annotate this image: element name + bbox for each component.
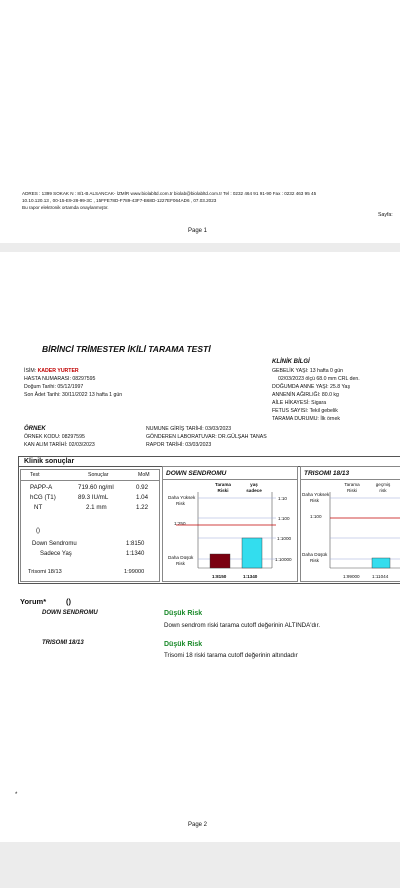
down-chart — [176, 492, 276, 569]
klinik-bilgi-line: FETUS SAYISI: Tekil gebelik — [272, 408, 338, 414]
hasta-numarasi: HASTA NUMARASI: 08297595 — [24, 376, 96, 382]
parens: () — [36, 528, 40, 534]
yorum-title: Yorum* — [20, 597, 47, 606]
yorum-label: TRISOMI 18/13 — [42, 640, 84, 646]
yorum-risk: Düşük Risk — [164, 610, 203, 617]
patient-name-label: İSİM: — [24, 368, 37, 374]
yorum-risk: Düşük Risk — [164, 641, 203, 648]
header-sonuclar: Sonuçlar — [88, 472, 109, 478]
page-number-2: Page 2 — [188, 822, 208, 828]
trisomi-bar-past-risk — [371, 557, 391, 569]
numune-giris: NUMUNE GİRİŞ TARİHİ: 03/03/2023 — [146, 426, 232, 432]
row-test: NT — [34, 504, 43, 511]
ornek-kodu: ÖRNEK KODU: 08297595 — [24, 434, 85, 440]
trisomi-bar1-label: 1:99000 — [343, 574, 360, 579]
address-line-1: ADRES : 1399 SOKAK N : 8/1-B ALSANCAK- İ… — [22, 191, 317, 196]
trisomi-panel-title: TRISOMI 18/13 — [304, 470, 350, 477]
table-divider — [20, 480, 160, 481]
klinik-bilgi-line: TARAMA DURUMU: İlk örnek — [272, 416, 340, 422]
row-test: hCG (T1) — [30, 494, 56, 501]
row-result: 89.3 IU/mL — [78, 494, 109, 501]
address-line-3: Bu rapor elektronik ortamda onaylanmıştı… — [22, 205, 109, 210]
footnote-star: * — [15, 792, 18, 798]
down-bar1-label: 1:8150 — [212, 574, 227, 579]
klinik-bilgi-title: KLİNİK BİLGİ — [272, 359, 310, 365]
klinik-bilgi-line: ANNENİN AĞIRLIĞI: 80.0 kg — [272, 392, 339, 398]
klinik-bilgi-line: GEBELİK YAŞI: 13 hafta 0 gün — [272, 368, 344, 374]
header-mom: MoM — [138, 472, 150, 478]
page-number-1: Page 1 — [188, 228, 208, 234]
address-line-2: 10.10.120.13 , 00-15-E9-28-99-3C , 15FFE… — [22, 198, 217, 203]
row-mom: 1.22 — [136, 504, 149, 511]
patient-name: İSİM: KADER YURTER — [24, 368, 79, 375]
sadece-yas-value: 1:1340 — [126, 551, 145, 557]
row-result: 2.1 mm — [86, 504, 107, 511]
dogum-tarihi: Doğum Tarihi: 05/12/1997 — [24, 384, 84, 390]
down-bar-age-only — [241, 537, 263, 569]
klinik-bilgi-line: AİLE HİKAYESİ: Sigara — [272, 400, 327, 406]
rapor-tarihi: RAPOR TARİHİ: 03/03/2023 — [146, 442, 212, 448]
down-sendromu-value: 1:8150 — [126, 541, 145, 547]
row-mom: 0.92 — [136, 484, 149, 491]
yorum-text: Trisomi 18 riski tarama cutoff değerinin… — [164, 652, 298, 659]
header-test: Test — [30, 472, 40, 478]
trisomi-chart — [329, 492, 400, 569]
sadece-yas-label: Sadece Yaş — [40, 551, 72, 557]
klinik-bilgi-line: 02/03/2023 ölçü 68.0 mm CRL den. — [278, 376, 360, 382]
row-result: 719.60 ng/ml — [78, 484, 114, 491]
yorum-text: Down sendrom riski tarama cutoff değerin… — [164, 622, 321, 629]
trisomi-value: 1:99000 — [124, 569, 145, 575]
row-test: PAPP-A — [30, 484, 53, 491]
row-mom: 1.04 — [136, 494, 149, 501]
trisomi-bar2-label: 1:11044 — [372, 574, 389, 579]
page-2: BİRİNCİ TRİMESTER İKİLİ TARAMA TESTİ İSİ… — [0, 252, 400, 842]
report-title: BİRİNCİ TRİMESTER İKİLİ TARAMA TESTİ — [42, 344, 211, 354]
kan-alim-tarihi: KAN ALIM TARİHİ: 02/03/2023 — [24, 442, 95, 448]
sayfa-label: Sayfa: — [378, 212, 393, 218]
klinik-bilgi-line: DOĞUMDA ANNE YAŞI: 25.8 Yaş — [272, 384, 351, 390]
down-bar2-label: 1:1340 — [243, 574, 258, 579]
page-1: ADRES : 1399 SOKAK N : 8/1-B ALSANCAK- İ… — [0, 0, 400, 243]
down-panel-title: DOWN SENDROMU — [166, 470, 227, 477]
gonderen-laboratuvar: GÖNDEREN LABORATUVAR: DR.GÜLŞAH TANAS — [146, 434, 267, 440]
klinik-sonuclar-title: Klinik sonuçlar — [24, 458, 75, 465]
yorum-parens: () — [66, 597, 71, 606]
son-adet-tarihi: Son Âdet Tarihi: 30/11/2022 13 hafta 1 g… — [24, 392, 123, 398]
patient-name-value: KADER YURTER — [37, 368, 79, 374]
yorum-label: DOWN SENDROMU — [42, 610, 98, 616]
trisomi-label: Trisomi 18/13 — [28, 569, 62, 575]
down-sendromu-label: Down Sendromu — [32, 541, 77, 547]
ornek-title: ÖRNEK — [24, 426, 46, 432]
down-bar-screening-risk — [209, 553, 231, 569]
